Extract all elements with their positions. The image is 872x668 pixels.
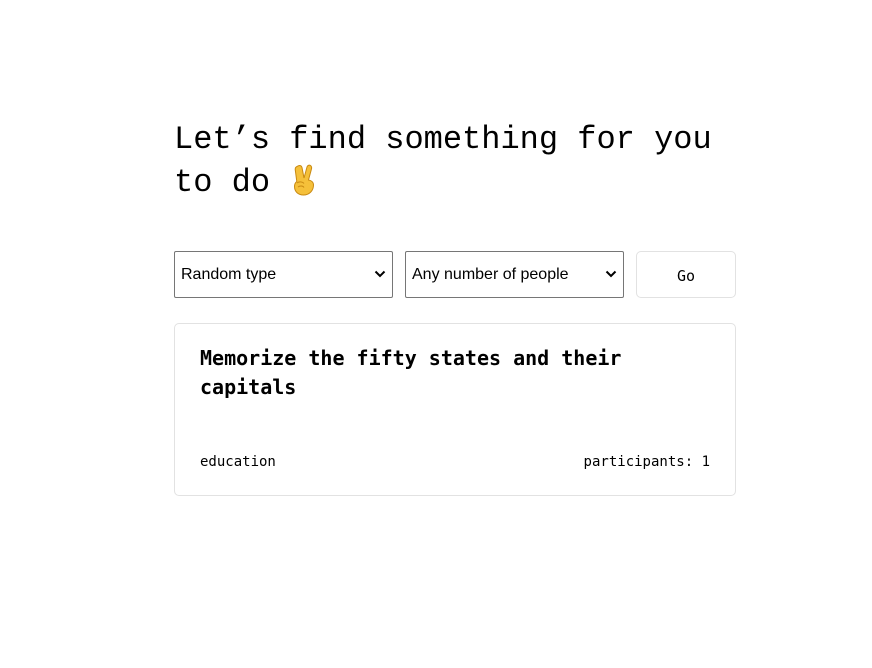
activity-type-label: education [200,454,276,470]
victory-hand-icon [294,164,315,196]
go-button[interactable]: Go [636,251,736,298]
participants-value: 1 [701,454,710,470]
participants-label: participants: [583,454,694,470]
page-title: Let’s find something for you to do [174,118,714,204]
activity-card: Memorize the fifty states and their capi… [174,323,736,496]
main-content: Let’s find something for you to do Rando… [174,118,736,496]
filter-controls: Random type Any number of people Go [174,251,736,298]
activity-type-value: Random type [181,265,277,283]
chevron-down-icon [605,270,617,278]
participants-count: participants: 1 [584,454,710,470]
activity-type-select[interactable]: Random type [174,251,393,298]
page-title-text: Let’s find something for you to do [174,121,712,201]
participants-select-value: Any number of people [412,265,569,283]
chevron-down-icon [374,270,386,278]
participants-select[interactable]: Any number of people [405,251,624,298]
activity-title: Memorize the fifty states and their capi… [200,346,622,399]
